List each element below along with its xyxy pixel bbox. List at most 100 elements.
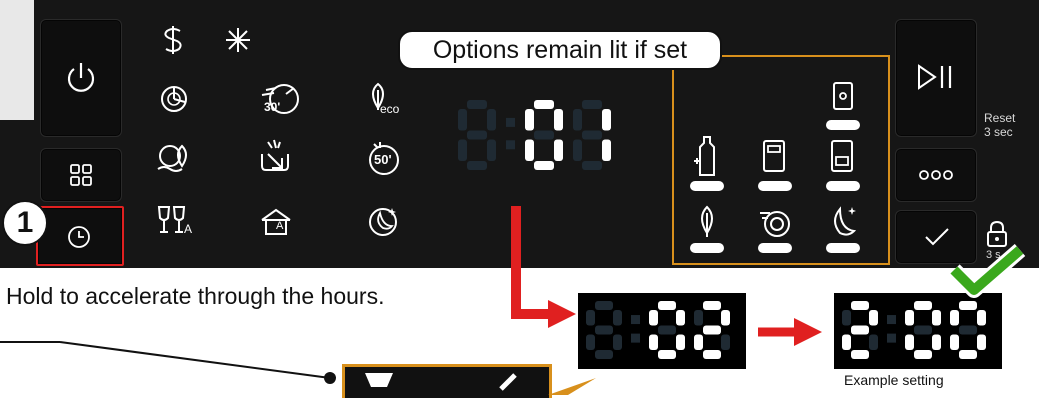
rinse-aid-icon [164,26,182,54]
main-display-digit-0-segment-a [467,100,487,109]
step3-display-digit-0-segment-c [869,334,878,350]
zoomed-display-tick [499,373,517,391]
programs-button[interactable] [40,148,122,202]
success-check-icon [948,244,1026,298]
quick-30-icon: 30' [258,80,308,120]
step2-display-digit-0-segment-g [595,325,613,335]
auto-program-icon [161,86,187,112]
glass-icon: A [156,204,196,240]
main-display-digit-1-segment-a [534,100,554,109]
step3-display-digit-2-segment-e [950,334,959,350]
example-caption: Example setting [844,372,944,388]
options-callout: Options remain lit if set [398,30,722,70]
step3-display-digit-1-segment-c [932,334,941,350]
step3-display-digit-2-segment-g [959,325,977,335]
quick-50-label: 50' [374,152,392,167]
step2-display-digit-1-segment-a [658,301,676,310]
main-display-digit-2-segment-g [582,130,602,140]
lower-basket-icon [831,140,853,172]
display-step-2 [578,293,746,369]
main-display-digit-1-segment-f [525,109,534,131]
step2-display-colon-dot [631,333,640,343]
play-pause-icon [918,64,952,90]
red-arrow-right [758,318,822,346]
step2-display-digit-1-segment-b [676,310,685,326]
leader-line [0,341,336,384]
step3-display-digit-0-segment-d [851,350,869,359]
extra-dry-icon [760,211,790,237]
time-display [458,100,611,170]
check-icon [925,228,949,246]
intensive-icon [157,144,187,172]
main-display-digit-2-segment-b [602,109,611,131]
main-display-digit-0-segment-g [467,130,487,140]
reset-label: Reset [984,111,1016,125]
options-box [672,55,890,265]
salt-icon [226,28,250,52]
zoomed-pointer [548,378,596,395]
step3-display-digit-1-segment-e [905,334,914,350]
main-display-digit-2-segment-e [573,139,582,161]
main-display-digit-1-segment-g [534,130,554,140]
power-button[interactable] [40,19,122,137]
quick-50-icon: 50' [364,138,404,178]
step3-display-colon-dot [887,333,896,343]
red-arrow-down [511,206,576,328]
step2-display-digit-1-segment-e [649,334,658,350]
step2-display-digit-0-segment-c [613,334,622,350]
lower-basket-indicator [826,181,860,191]
step2-display-digit-2-segment-b [721,310,730,326]
pot-a-label: A [276,220,284,232]
display-step-3 [834,293,1002,369]
step3-display-digit-2-segment-c [977,334,986,350]
zoomed-display [342,364,552,398]
lower-basket-top-indicator [758,181,792,191]
main-display-digit-0-segment-c [487,139,496,161]
main-display-digit-2-segment-c [602,139,611,161]
main-display-digit-0-segment-b [487,109,496,131]
more-button[interactable] [895,148,977,202]
step2-display-digit-2-segment-d [703,350,721,359]
step2-display-digit-0-segment-a [595,301,613,310]
lower-basket-top-icon [763,140,785,172]
main-display-digit-2-segment-a [582,100,602,109]
step2-display-digit-1-segment-g [658,325,676,335]
delay-start-button[interactable] [36,206,124,266]
zoomed-display-digit [365,373,393,387]
extra-dry-indicator [758,243,792,253]
step2-display-digit-0-segment-b [613,310,622,326]
more-icon [919,170,953,180]
baby-bottle-icon [694,136,715,176]
step3-display-digit-2-segment-d [959,350,977,359]
step3-display-digit-0-segment-a [851,301,869,310]
panel-bevel [0,0,34,120]
step3-display-digit-1-segment-b [932,310,941,326]
step2-display-digit-2-segment-a [703,301,721,310]
main-display-digit-0-segment-f [458,109,467,131]
quick-30-label: 30' [264,100,281,114]
step2-display-digit-0-segment-f [586,310,595,326]
silence-icon [834,206,857,236]
eco-label: eco [380,102,400,116]
main-display-digit-2-segment-f [573,109,582,131]
step2-display-digit-1-segment-d [658,350,676,359]
step3-display-digit-0-segment-e [842,334,851,350]
step3-display-digit-1-segment-d [914,350,932,359]
night-icon [369,208,397,236]
step2-display-digit-2-segment-g [703,325,721,335]
pot-icon: A [256,206,296,242]
upper-basket-icon [833,82,853,110]
step2-display-digit-1-segment-f [649,310,658,326]
step3-display-digit-0-segment-g [851,325,869,335]
main-display-colon-dot [506,140,515,150]
step2-display-digit-2-segment-c [721,334,730,350]
main-display-digit-0-segment-e [458,139,467,161]
step3-display-digit-1-segment-a [914,301,932,310]
step3-display-digit-2-segment-b [977,310,986,326]
step2-display-digit-1-segment-c [676,334,685,350]
step-number-badge: 1 [2,200,48,246]
main-display-digit-2-segment-d [582,161,602,170]
main-display-digit-1-segment-c [554,139,563,161]
start-pause-button[interactable] [895,19,977,137]
main-display-colon-dot [506,117,515,127]
